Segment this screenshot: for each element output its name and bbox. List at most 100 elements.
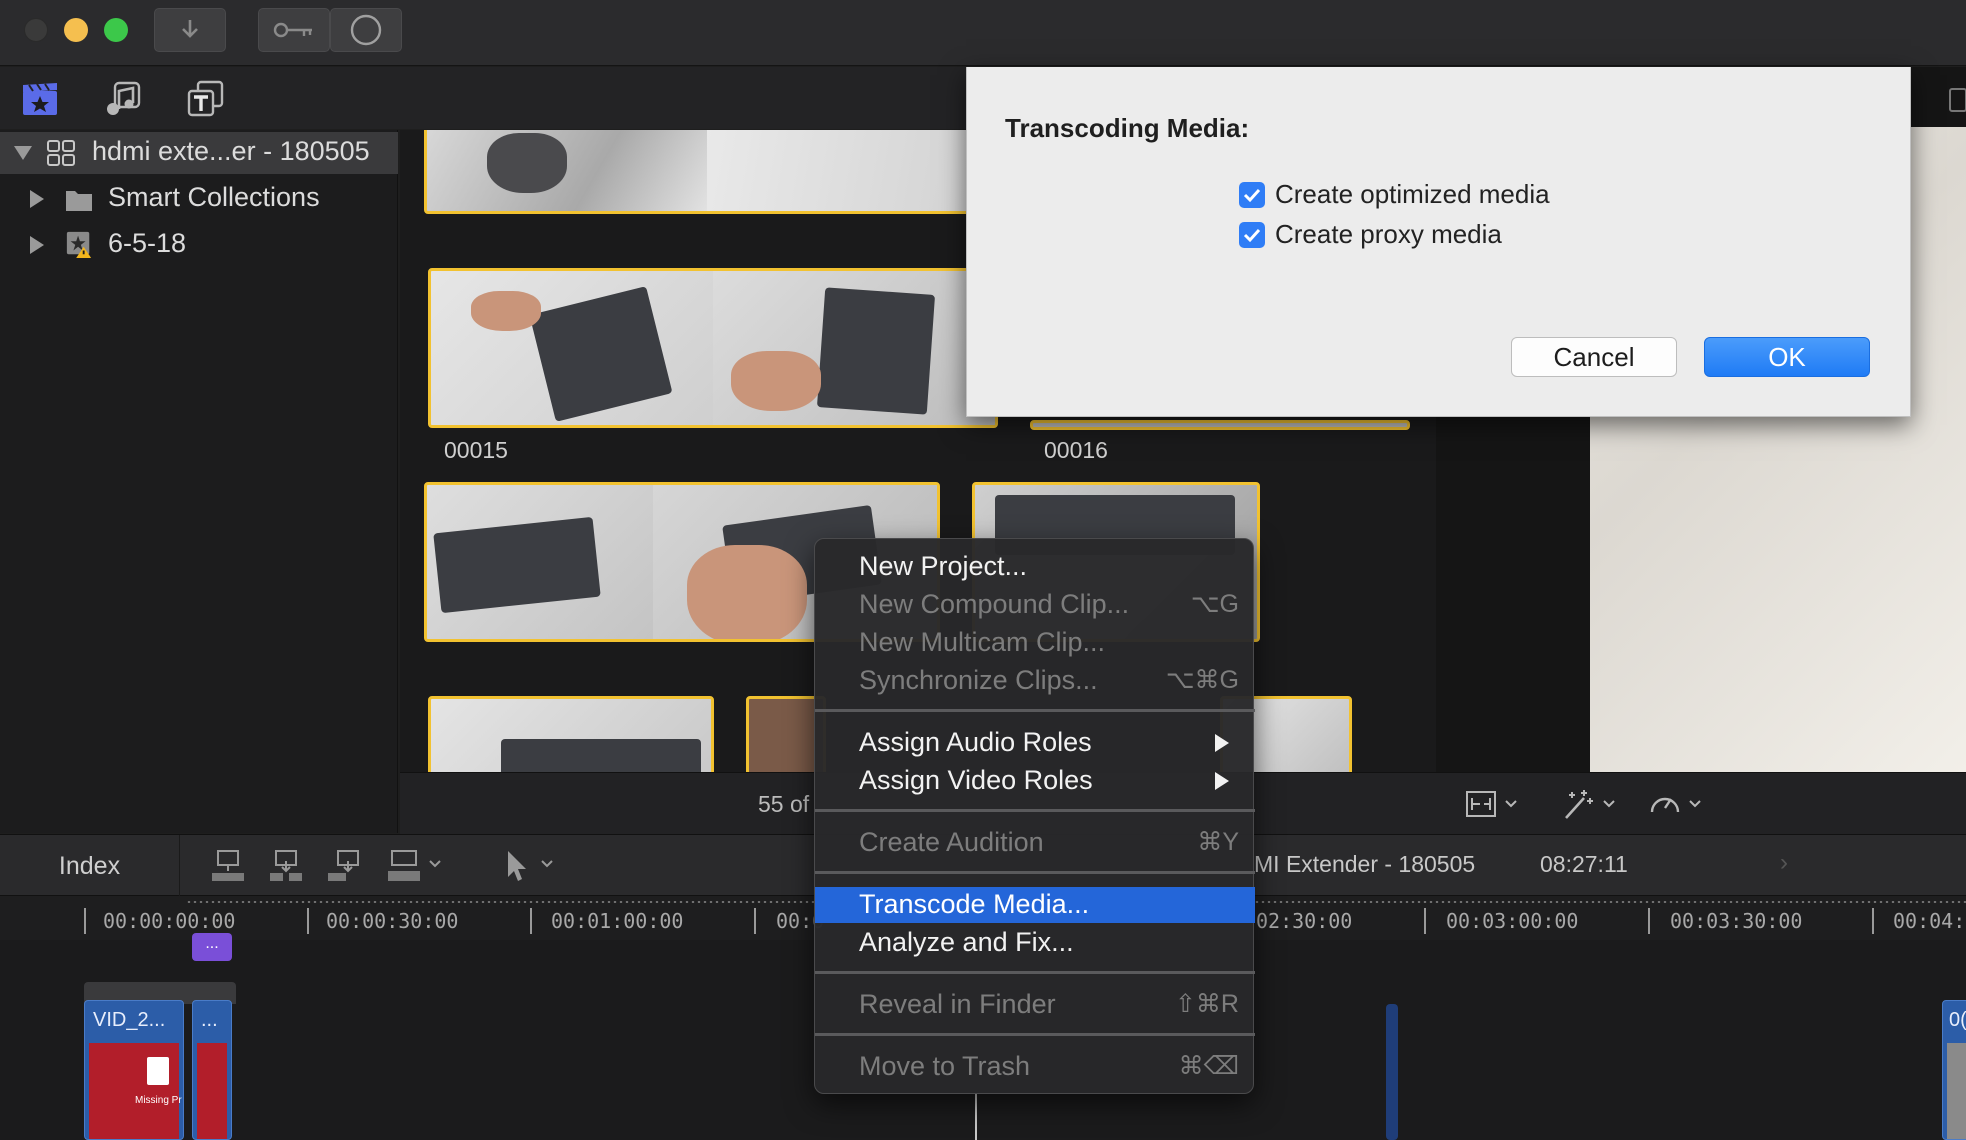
menu-item-label: Synchronize Clips... (859, 665, 1098, 695)
timeline-index-button[interactable]: Index (0, 835, 180, 897)
folder-icon (66, 191, 92, 211)
window-minimize-button[interactable] (64, 18, 88, 42)
window-close-button[interactable] (24, 18, 48, 42)
retime-button[interactable] (1648, 787, 1702, 821)
viewer-options-icon[interactable] (1946, 87, 1966, 115)
import-media-button[interactable] (154, 8, 226, 52)
sidebar-item-smart-collections[interactable]: Smart Collections (0, 178, 398, 220)
menu-item-label: Analyze and Fix... (859, 927, 1074, 957)
timeline-clip[interactable]: ... (192, 1000, 232, 1140)
clip-thumbnail[interactable] (1030, 420, 1410, 430)
menu-item-label: Transcode Media... (859, 889, 1090, 919)
sidebar-item-library[interactable]: hdmi exte...er - 180505 (0, 132, 398, 174)
menu-item-new-project[interactable]: New Project... (815, 549, 1255, 585)
timeline-marker-chip[interactable]: ... (192, 933, 232, 961)
sidebar-item-event[interactable]: 6-5-18 (0, 224, 398, 266)
create-proxy-media-checkbox[interactable] (1239, 221, 1265, 248)
overwrite-clip-icon[interactable] (384, 847, 424, 885)
menu-item-label: Move to Trash (859, 1051, 1031, 1081)
timeline-clip-name: VID_2... (93, 1009, 166, 1031)
menu-item-reveal-in-finder[interactable]: Reveal in Finder ⇧⌘R (815, 987, 1255, 1023)
menu-item-move-to-trash[interactable]: Move to Trash ⌘⌫ (815, 1049, 1255, 1085)
disclosure-triangle-closed-icon[interactable] (30, 236, 44, 254)
menu-item-transcode-media[interactable]: Transcode Media... (815, 887, 1255, 923)
libraries-tab[interactable] (20, 81, 60, 117)
ruler-tick-label: 00:03:00:00 (1446, 909, 1579, 933)
create-optimized-media-checkbox[interactable] (1239, 181, 1265, 208)
insert-clip-icon[interactable] (266, 847, 306, 885)
ok-button[interactable]: OK (1704, 337, 1870, 377)
menu-item-label: New Project... (859, 551, 1028, 581)
menu-item-analyze-and-fix[interactable]: Analyze and Fix... (815, 925, 1255, 961)
clip-thumbnail[interactable] (428, 696, 714, 772)
clip-thumbnail (1947, 1043, 1966, 1139)
disclosure-triangle-closed-icon[interactable] (30, 190, 44, 208)
menu-separator (815, 709, 1255, 712)
append-clip-icon[interactable] (324, 847, 364, 885)
menu-separator (815, 871, 1255, 874)
chevron-right-icon[interactable]: › (1780, 849, 1788, 877)
titles-generators-tab[interactable] (186, 80, 226, 117)
menu-item-assign-video-roles[interactable]: Assign Video Roles (815, 763, 1255, 799)
ruler-tick (307, 908, 309, 934)
ruler-tick (754, 908, 756, 934)
menu-item-synchronize-clips[interactable]: Synchronize Clips... ⌥⌘G (815, 663, 1255, 699)
keywords-button[interactable] (258, 8, 330, 52)
menu-item-label: Create Audition (859, 827, 1044, 857)
select-arrow-tool-icon[interactable] (498, 847, 538, 885)
menu-item-new-multicam-clip[interactable]: New Multicam Clip... (815, 625, 1255, 661)
music-note-icon (107, 81, 141, 115)
menu-item-shortcut: ⌘Y (1197, 828, 1239, 856)
checkmark-icon (1243, 188, 1261, 202)
timeline-clip[interactable]: VID_2... Missing Pr (84, 1000, 184, 1140)
enhancements-button[interactable] (1560, 787, 1616, 821)
create-optimized-media-checkbox-row[interactable]: Create optimized media (1239, 179, 1550, 210)
ruler-tick-label: 00:01:00:00 (551, 909, 684, 933)
clip-count-text: 55 of (758, 791, 810, 817)
menu-item-shortcut: ⌥⌘G (1165, 666, 1239, 694)
ruler-tick (1872, 908, 1874, 934)
event-star-warning-icon (66, 231, 92, 258)
photos-audio-tab[interactable] (103, 81, 143, 117)
ruler-tick (84, 908, 86, 934)
chevron-down-icon (1603, 800, 1615, 808)
viewer-footer (1436, 772, 1966, 834)
clip-appearance-button[interactable] (1464, 787, 1518, 821)
ruler-tick-label: 00:03:30:00 (1670, 909, 1803, 933)
missing-media-text: Missing Pr (135, 1095, 182, 1106)
checkbox-label: Create proxy media (1275, 219, 1502, 249)
chevron-down-icon[interactable] (428, 859, 442, 869)
submenu-arrow-icon (1215, 772, 1229, 790)
timeline-duration: 08:27:11 (1540, 851, 1628, 877)
connect-clip-icon[interactable] (208, 847, 248, 885)
timeline-gap-marker (1386, 1004, 1398, 1140)
ruler-tick (1648, 908, 1650, 934)
checkbox-label: Create optimized media (1275, 179, 1550, 209)
background-tasks-button[interactable] (330, 8, 402, 52)
chevron-down-icon (1505, 800, 1517, 808)
timeline-clip[interactable]: 0( (1942, 1000, 1966, 1140)
transcoding-media-dialog: Transcoding Media: Create optimized medi… (966, 67, 1911, 417)
clip-thumbnail[interactable] (428, 268, 998, 428)
key-icon (273, 22, 312, 38)
disclosure-triangle-open-icon[interactable] (14, 146, 32, 160)
titles-T-icon (187, 80, 224, 117)
magic-wand-enhance-icon (1565, 790, 1593, 819)
window-titlebar (0, 0, 1966, 66)
menu-item-new-compound-clip[interactable]: New Compound Clip... ⌥G (815, 587, 1255, 623)
create-proxy-media-checkbox-row[interactable]: Create proxy media (1239, 219, 1502, 250)
cancel-button[interactable]: Cancel (1511, 337, 1677, 377)
chevron-down-icon[interactable] (540, 859, 554, 869)
missing-file-icon (147, 1057, 169, 1085)
timeline-project-name: MI Extender - 180505 (1254, 851, 1476, 877)
menu-item-create-audition[interactable]: Create Audition ⌘Y (815, 825, 1255, 861)
playhead[interactable] (975, 1094, 977, 1140)
ruler-tick-label: 00:04: (1893, 909, 1966, 933)
dialog-title: Transcoding Media: (1005, 113, 1250, 143)
menu-item-assign-audio-roles[interactable]: Assign Audio Roles (815, 725, 1255, 761)
clip-thumbnail[interactable] (424, 130, 1024, 214)
context-menu: New Project... New Compound Clip... ⌥G N… (814, 538, 1255, 1094)
library-toolbar (0, 67, 966, 129)
window-zoom-button[interactable] (104, 18, 128, 42)
speedometer-retime-icon (1650, 797, 1680, 813)
